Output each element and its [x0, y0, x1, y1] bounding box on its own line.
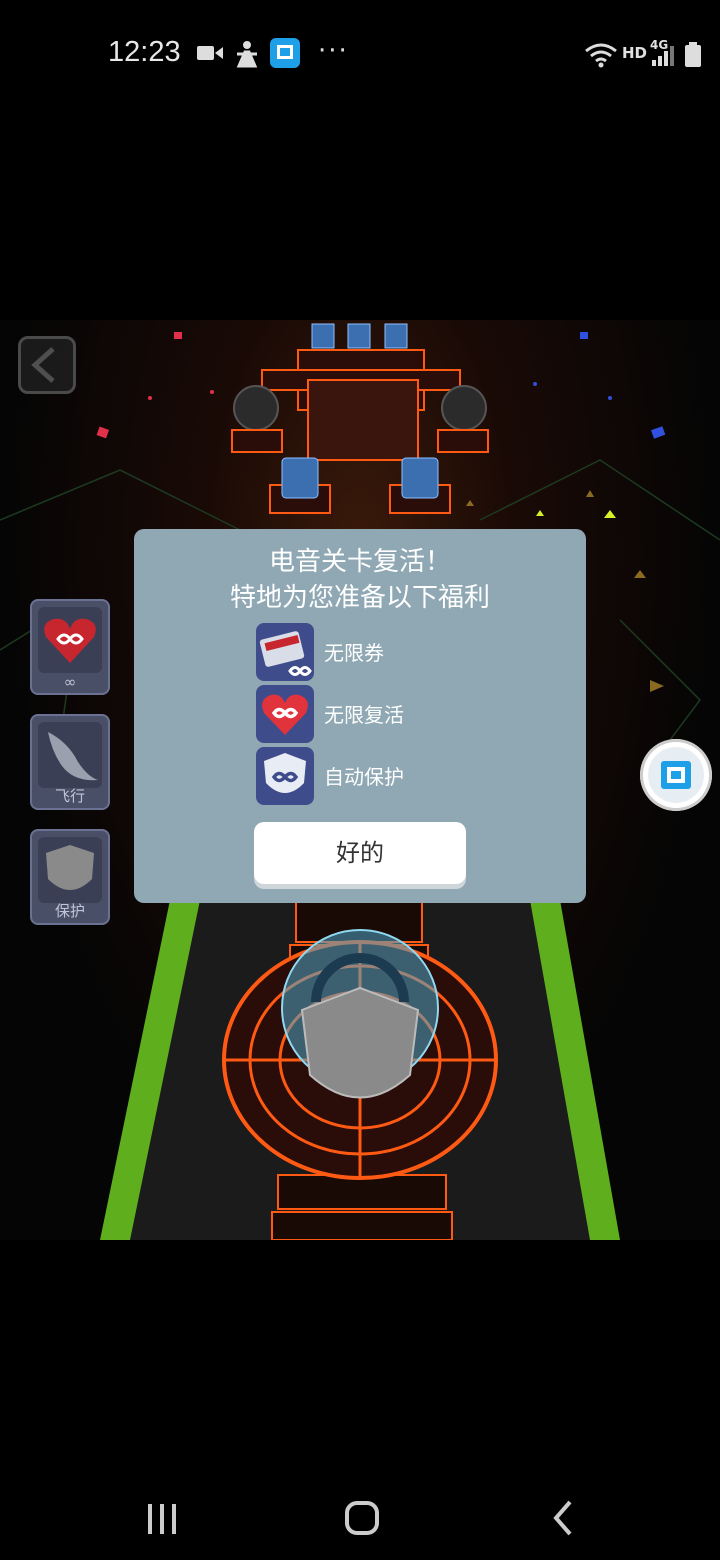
cube-icon [648, 747, 704, 803]
dialog-subtitle: 特地为您准备以下福利 [229, 583, 490, 613]
chevron-left-icon [31, 347, 55, 383]
benefit-label: 自动保护 [324, 765, 404, 789]
revive-dialog: 电音关卡复活！ 特地为您准备以下福利 无限券 无限复活 自动保护 好的 [134, 529, 586, 903]
more-dots-icon: ··· [318, 36, 349, 66]
benefit-label: 无限券 [324, 641, 384, 665]
hd-label: HD [622, 44, 648, 62]
back-nav-icon[interactable] [534, 1490, 594, 1540]
video-camera-icon [197, 46, 223, 60]
signal-icon [652, 46, 674, 66]
app-icon [270, 38, 300, 68]
benefit-item: 自动保护 [256, 747, 556, 805]
powerup-label: 飞行 [54, 787, 85, 805]
status-time: 12:23 [108, 36, 181, 68]
system-nav-bar [0, 1470, 720, 1560]
battery-icon [685, 42, 701, 67]
wing-icon [48, 732, 98, 781]
wifi-icon [585, 43, 617, 68]
benefit-item: 无限复活 [256, 685, 556, 743]
ticket-infinity-icon [256, 623, 314, 681]
recent-apps-icon[interactable] [132, 1490, 192, 1540]
powerup-label: 保护 [54, 902, 85, 920]
accessibility-icon [236, 41, 258, 68]
powerup-infinite-hearts[interactable]: ∞ [30, 599, 110, 695]
powerup-label: ∞ [63, 673, 77, 691]
heart-infinity-icon [44, 618, 96, 663]
shield-infinity-icon [256, 747, 314, 805]
status-bar: 12:23 ··· HD 4G [0, 0, 720, 110]
shield-icon [46, 845, 94, 890]
heart-infinity-icon [256, 685, 314, 743]
powerup-protect[interactable]: 保护 [30, 829, 110, 925]
benefit-item: 无限券 [256, 623, 556, 681]
ok-button[interactable]: 好的 [254, 822, 466, 884]
floating-assistant-button[interactable] [640, 739, 712, 811]
dialog-title: 电音关卡复活！ [268, 547, 451, 577]
back-button[interactable] [18, 336, 76, 394]
powerup-fly[interactable]: 飞行 [30, 714, 110, 810]
benefit-label: 无限复活 [324, 703, 404, 727]
home-icon[interactable] [332, 1490, 392, 1540]
